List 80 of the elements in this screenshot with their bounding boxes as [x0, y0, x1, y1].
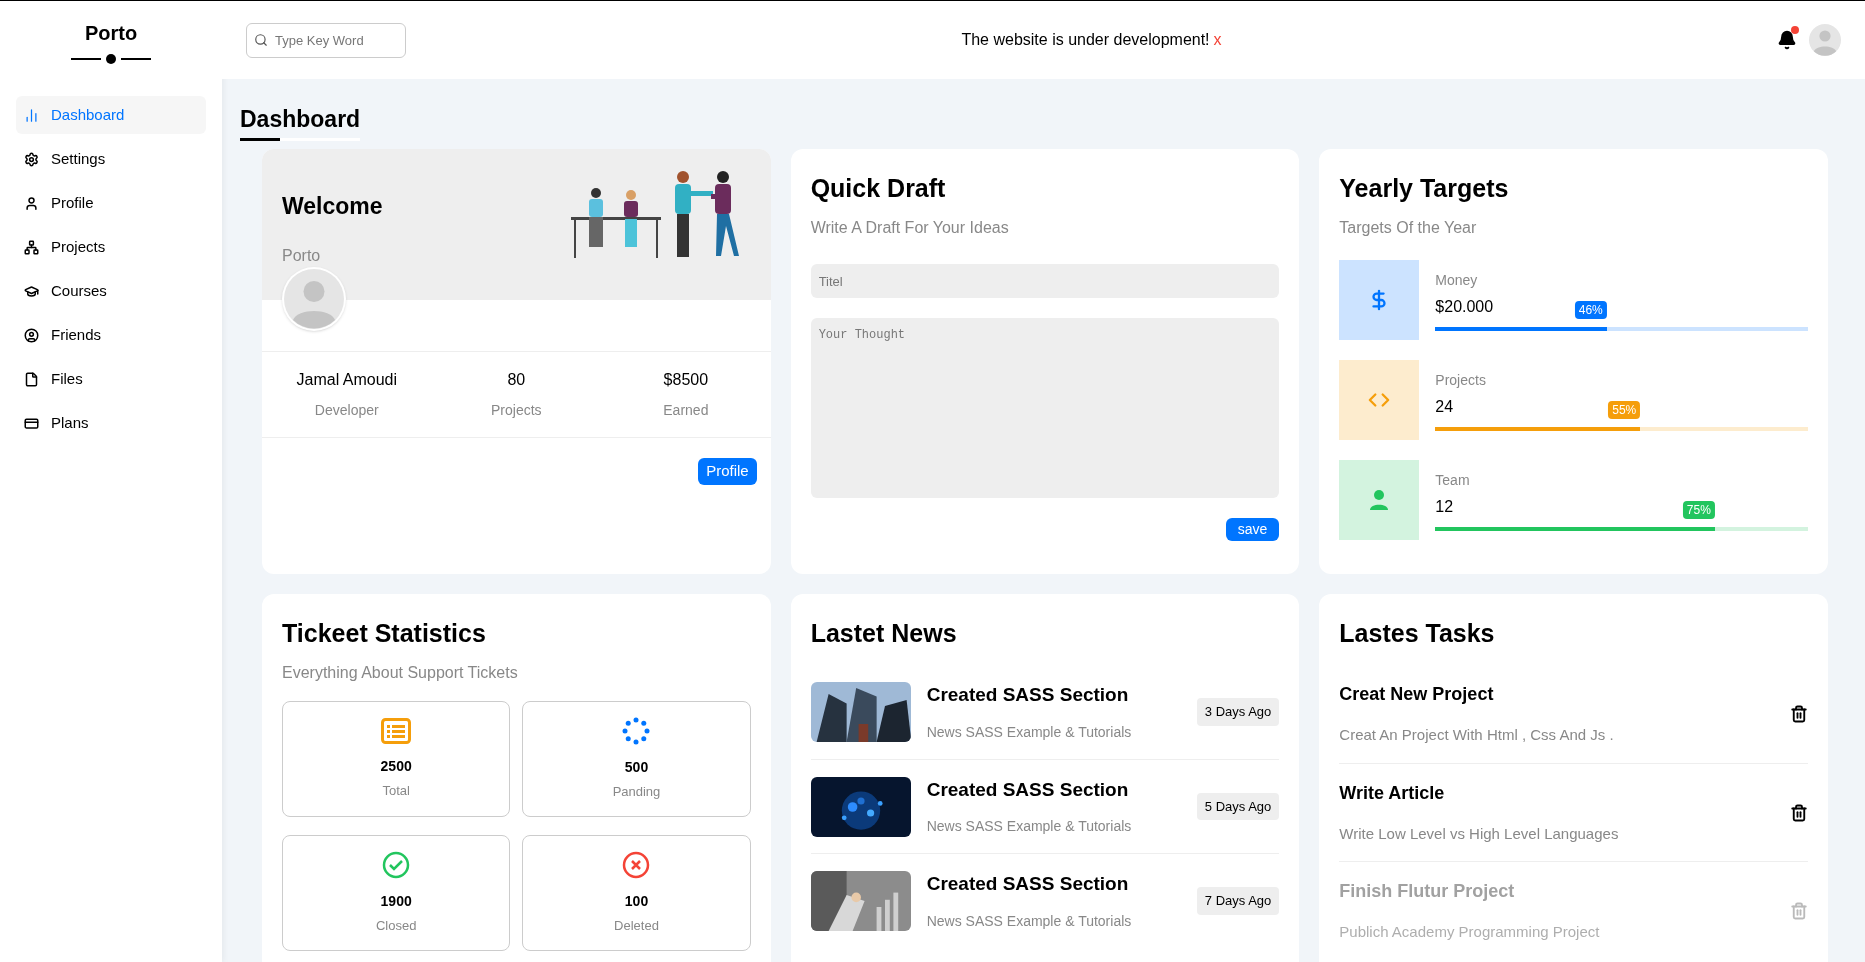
task-text: Publich Academy Programming Project — [1339, 922, 1601, 943]
task-title: Write Article — [1339, 781, 1446, 805]
stat-value: Jamal Amoudi — [296, 370, 397, 390]
settings-icon — [24, 151, 39, 167]
user-icon — [24, 195, 39, 211]
task-text: Creat An Project With Html , Css And Js . — [1339, 725, 1615, 746]
brand-logo: Porto — [83, 21, 139, 46]
card-title: Lastet News — [810, 618, 958, 649]
sidebar-item[interactable]: Dashboard — [16, 96, 206, 134]
news-title: Created SASS Section — [926, 777, 1130, 802]
news-date: 3 Days Ago — [1196, 698, 1280, 726]
file-icon — [24, 371, 39, 387]
task-text: Write Low Level vs High Level Languages — [1339, 823, 1620, 844]
card-subtitle: Porto — [282, 245, 322, 266]
news-title: Created SASS Section — [926, 872, 1130, 897]
ticket-label: Deleted — [614, 917, 659, 935]
ticket-count: 2500 — [380, 757, 412, 776]
sidebar-item[interactable]: Projects — [16, 228, 206, 266]
card-title: Welcome — [282, 192, 383, 221]
user-circle-icon — [24, 327, 39, 343]
news-text: News SASS Example & Tutorials — [926, 817, 1133, 837]
title-field[interactable]: Titel — [810, 264, 1280, 299]
percent-badge: 46% — [1574, 300, 1607, 319]
user-icon — [1370, 490, 1389, 511]
news-date: 5 Days Ago — [1196, 792, 1280, 821]
bell-icon — [1777, 30, 1797, 50]
news-date: 7 Days Ago — [1196, 887, 1280, 915]
news-title: Created SASS Section — [926, 683, 1130, 708]
thought-field[interactable]: Your Thought — [810, 318, 1280, 499]
profile-button[interactable]: Profile — [698, 458, 757, 485]
target-label: Money — [1435, 270, 1479, 290]
news-text: News SASS Example & Tutorials — [926, 722, 1133, 742]
card-subtitle: Everything About Support Tickets — [282, 663, 519, 684]
card-title: Lastes Tasks — [1339, 618, 1496, 649]
page-title: Dashboard — [240, 105, 361, 134]
save-button[interactable]: save — [1225, 518, 1280, 542]
card-subtitle: Write A Draft For Your Ideas — [810, 218, 1010, 239]
search-icon — [254, 32, 268, 47]
ticket-count: 500 — [624, 758, 649, 777]
ticket-count: 100 — [624, 892, 649, 911]
percent-badge: 55% — [1608, 400, 1641, 419]
graduation-cap-icon — [24, 283, 39, 299]
ticket-label: Closed — [375, 917, 417, 935]
card-title: Quick Draft — [810, 173, 947, 204]
card-subtitle: Targets Of the Year — [1339, 218, 1478, 239]
delete-icon[interactable] — [1790, 803, 1808, 822]
search-field[interactable]: Type Key Word — [246, 22, 406, 58]
target-value: 24 — [1435, 396, 1454, 417]
card-title: Tickeet Statistics — [282, 618, 487, 649]
ticket-count: 1900 — [380, 892, 412, 911]
credit-card-icon — [24, 415, 39, 431]
network-icon — [24, 239, 39, 255]
stat-value: $8500 — [663, 370, 709, 390]
target-label: Team — [1435, 470, 1471, 490]
stat-label: Projects — [491, 401, 542, 420]
sidebar-item[interactable]: Settings — [16, 140, 206, 178]
stat-label: Earned — [663, 401, 709, 420]
sidebar-item[interactable]: Friends — [16, 316, 206, 354]
target-value: 12 — [1435, 496, 1454, 517]
sidebar-item[interactable]: Files — [16, 360, 206, 398]
chart-icon — [24, 107, 39, 123]
news-text: News SASS Example & Tutorials — [926, 911, 1133, 931]
notice-text: The website is under development! — [961, 30, 1210, 50]
close-button[interactable]: x — [1213, 28, 1222, 52]
delete-icon[interactable] — [1790, 705, 1808, 723]
task-title: Finish Flutur Project — [1339, 880, 1516, 904]
ticket-label: Panding — [612, 783, 661, 801]
stat-value: 80 — [507, 370, 526, 390]
task-title: Creat New Project — [1339, 683, 1495, 707]
brand-divider-icon — [71, 54, 151, 64]
ticket-label: Total — [382, 782, 410, 800]
card-title: Yearly Targets — [1339, 173, 1510, 204]
sidebar-item[interactable]: Courses — [16, 272, 206, 310]
percent-badge: 75% — [1682, 500, 1715, 519]
avatar-icon — [1809, 24, 1841, 56]
sidebar-item[interactable]: Profile — [16, 184, 206, 222]
target-label: Projects — [1435, 370, 1487, 390]
target-value: $20.000 — [1435, 296, 1494, 317]
stat-label: Developer — [314, 401, 379, 420]
sidebar-item[interactable]: Plans — [16, 404, 206, 442]
